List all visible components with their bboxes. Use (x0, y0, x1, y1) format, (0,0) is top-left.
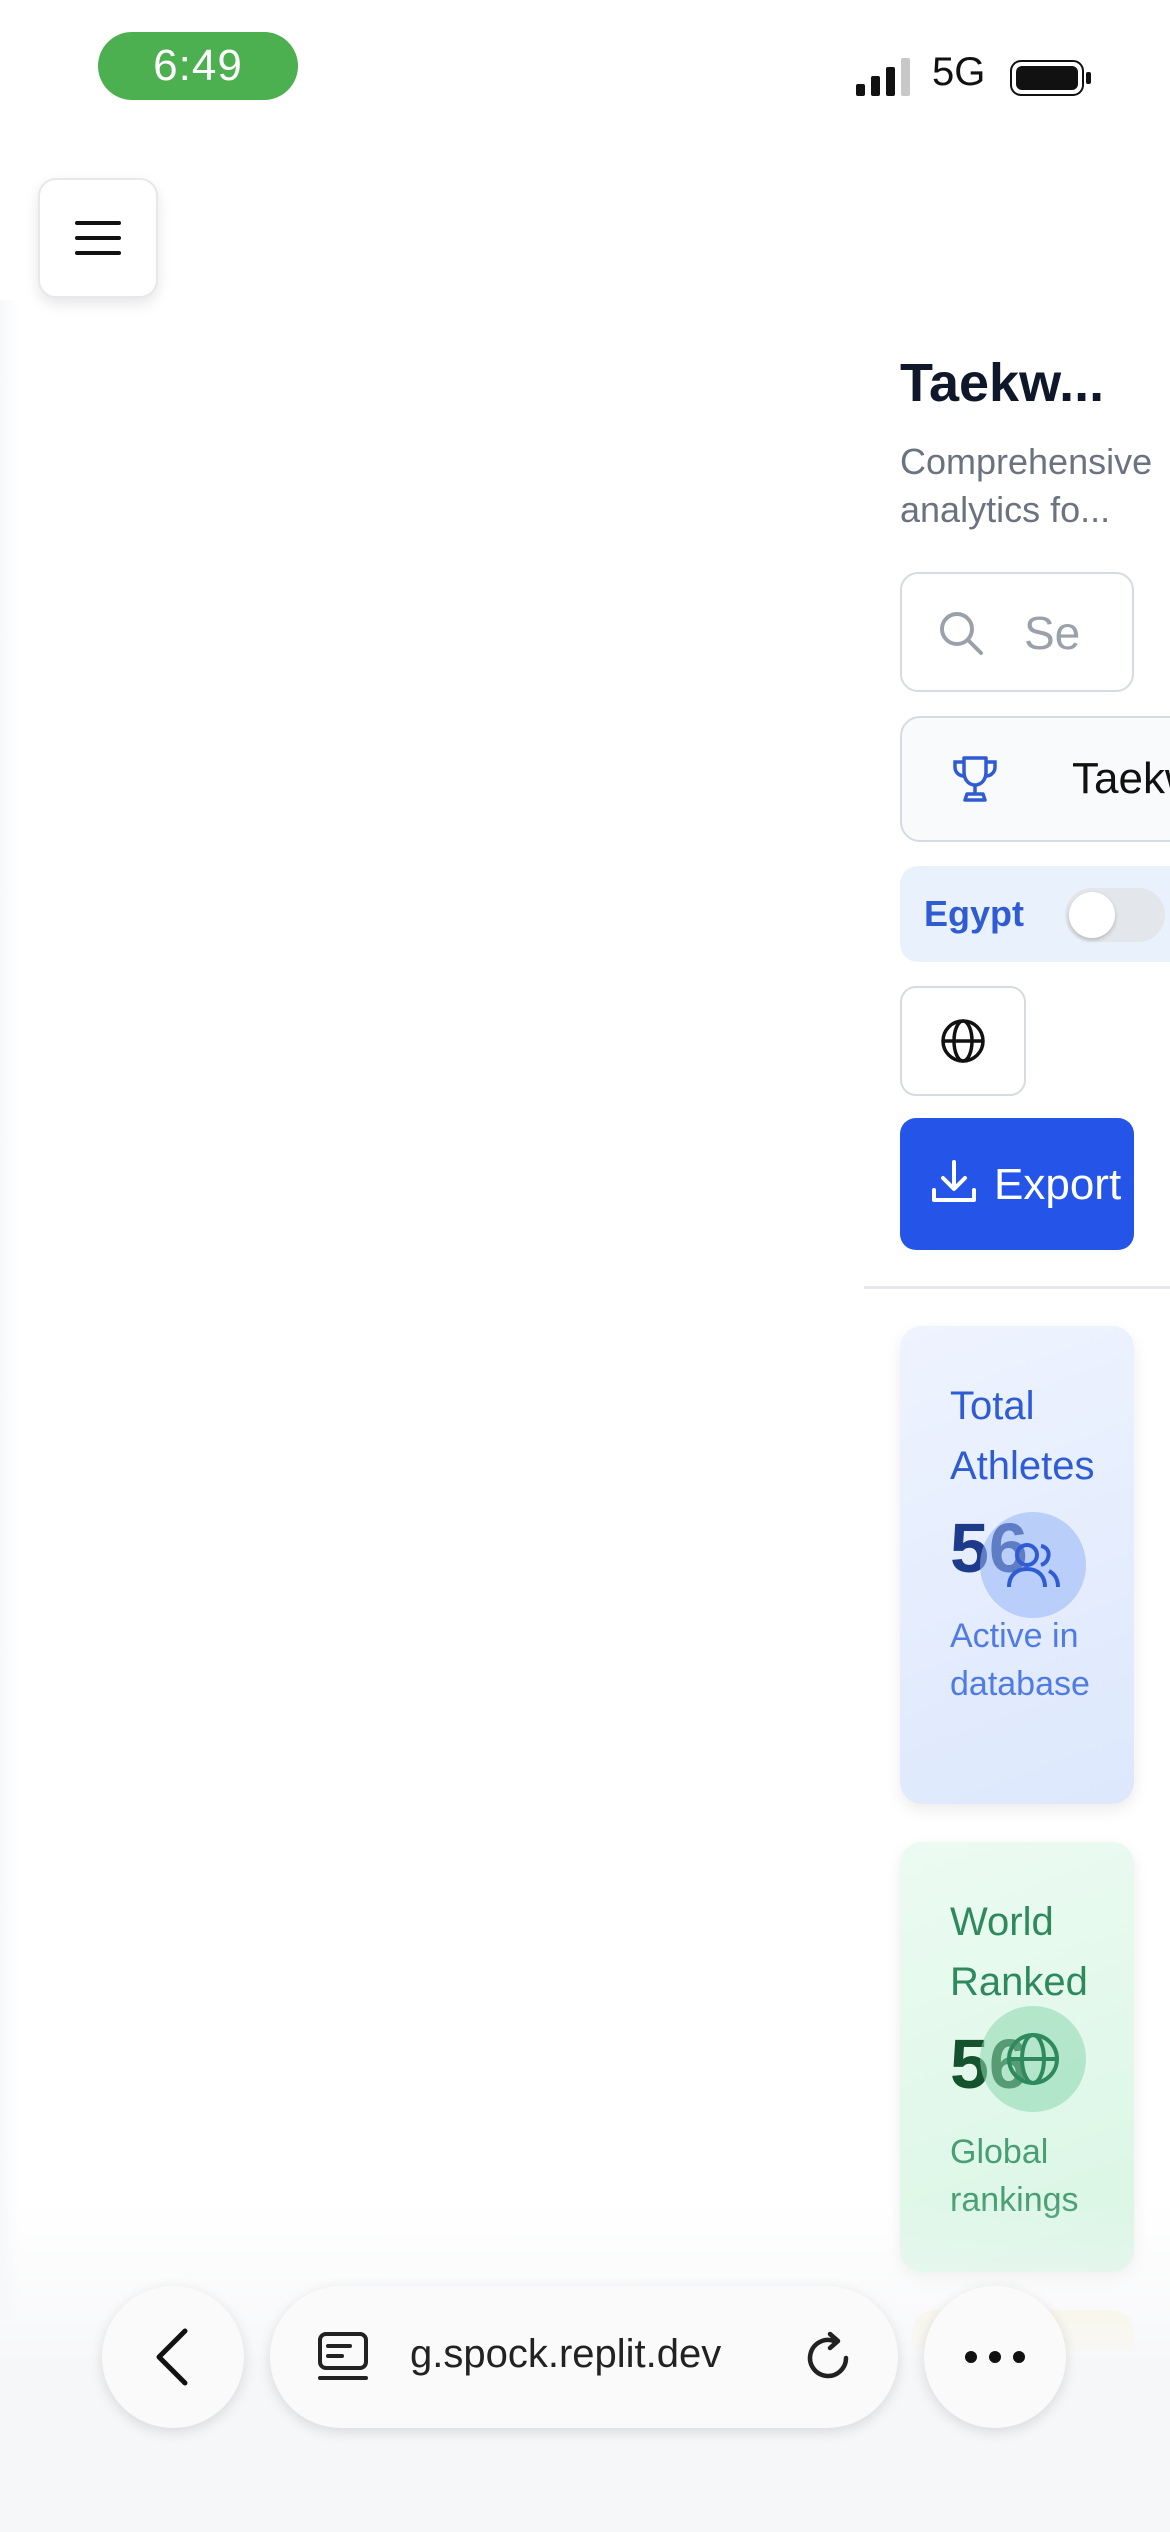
export-button[interactable]: Export (900, 1118, 1134, 1250)
language-button[interactable] (900, 986, 1026, 1096)
signal-icon (856, 58, 910, 96)
toggle-label: Egypt (924, 893, 1025, 934)
page-title: Taekw... (900, 353, 1105, 413)
stat-card-total-athletes: Total Athletes 56 Active in database (900, 1326, 1134, 1804)
country-filter: Egypt (900, 866, 1170, 962)
battery-icon (1010, 60, 1091, 96)
menu-button[interactable] (38, 178, 158, 298)
sidebar-panel (0, 300, 20, 2320)
page-subtitle: Comprehensive analytics fo... (900, 441, 1153, 530)
stat-title: World Ranked (950, 1900, 1088, 2004)
address-bar[interactable]: g.spock.replit.dev (270, 2286, 898, 2428)
more-dots-icon (965, 2351, 1025, 2363)
status-time: 6:49 (98, 32, 298, 100)
download-icon (932, 1160, 976, 1202)
stat-icon-badge (980, 2006, 1086, 2112)
selector-value: Taekw (1072, 754, 1170, 803)
country-toggle[interactable] (1065, 888, 1165, 942)
header-divider (864, 1286, 1170, 1289)
search-icon (940, 612, 983, 655)
export-label: Export (994, 1160, 1122, 1209)
chevron-left-icon (156, 2328, 188, 2386)
toggle-knob (1069, 892, 1115, 938)
search-input[interactable]: Se (900, 572, 1134, 692)
globe-icon (941, 1019, 985, 1063)
users-icon (1007, 1543, 1060, 1588)
reload-icon[interactable] (802, 2330, 856, 2384)
stat-icon-badge (980, 1512, 1086, 1618)
stat-subtext: Active in database (950, 1617, 1090, 1703)
more-options-button[interactable] (924, 2286, 1066, 2428)
url-text: g.spock.replit.dev (410, 2332, 722, 2376)
tabs-icon (318, 2332, 368, 2380)
globe-icon (1007, 2033, 1059, 2085)
sport-selector[interactable]: Taekw (900, 716, 1170, 842)
network-type: 5G (932, 50, 986, 94)
back-button[interactable] (102, 2286, 244, 2428)
trophy-icon (953, 756, 997, 802)
stat-title: Total Athletes (950, 1384, 1095, 1488)
hamburger-icon (75, 221, 121, 255)
search-placeholder: Se (1024, 607, 1081, 659)
